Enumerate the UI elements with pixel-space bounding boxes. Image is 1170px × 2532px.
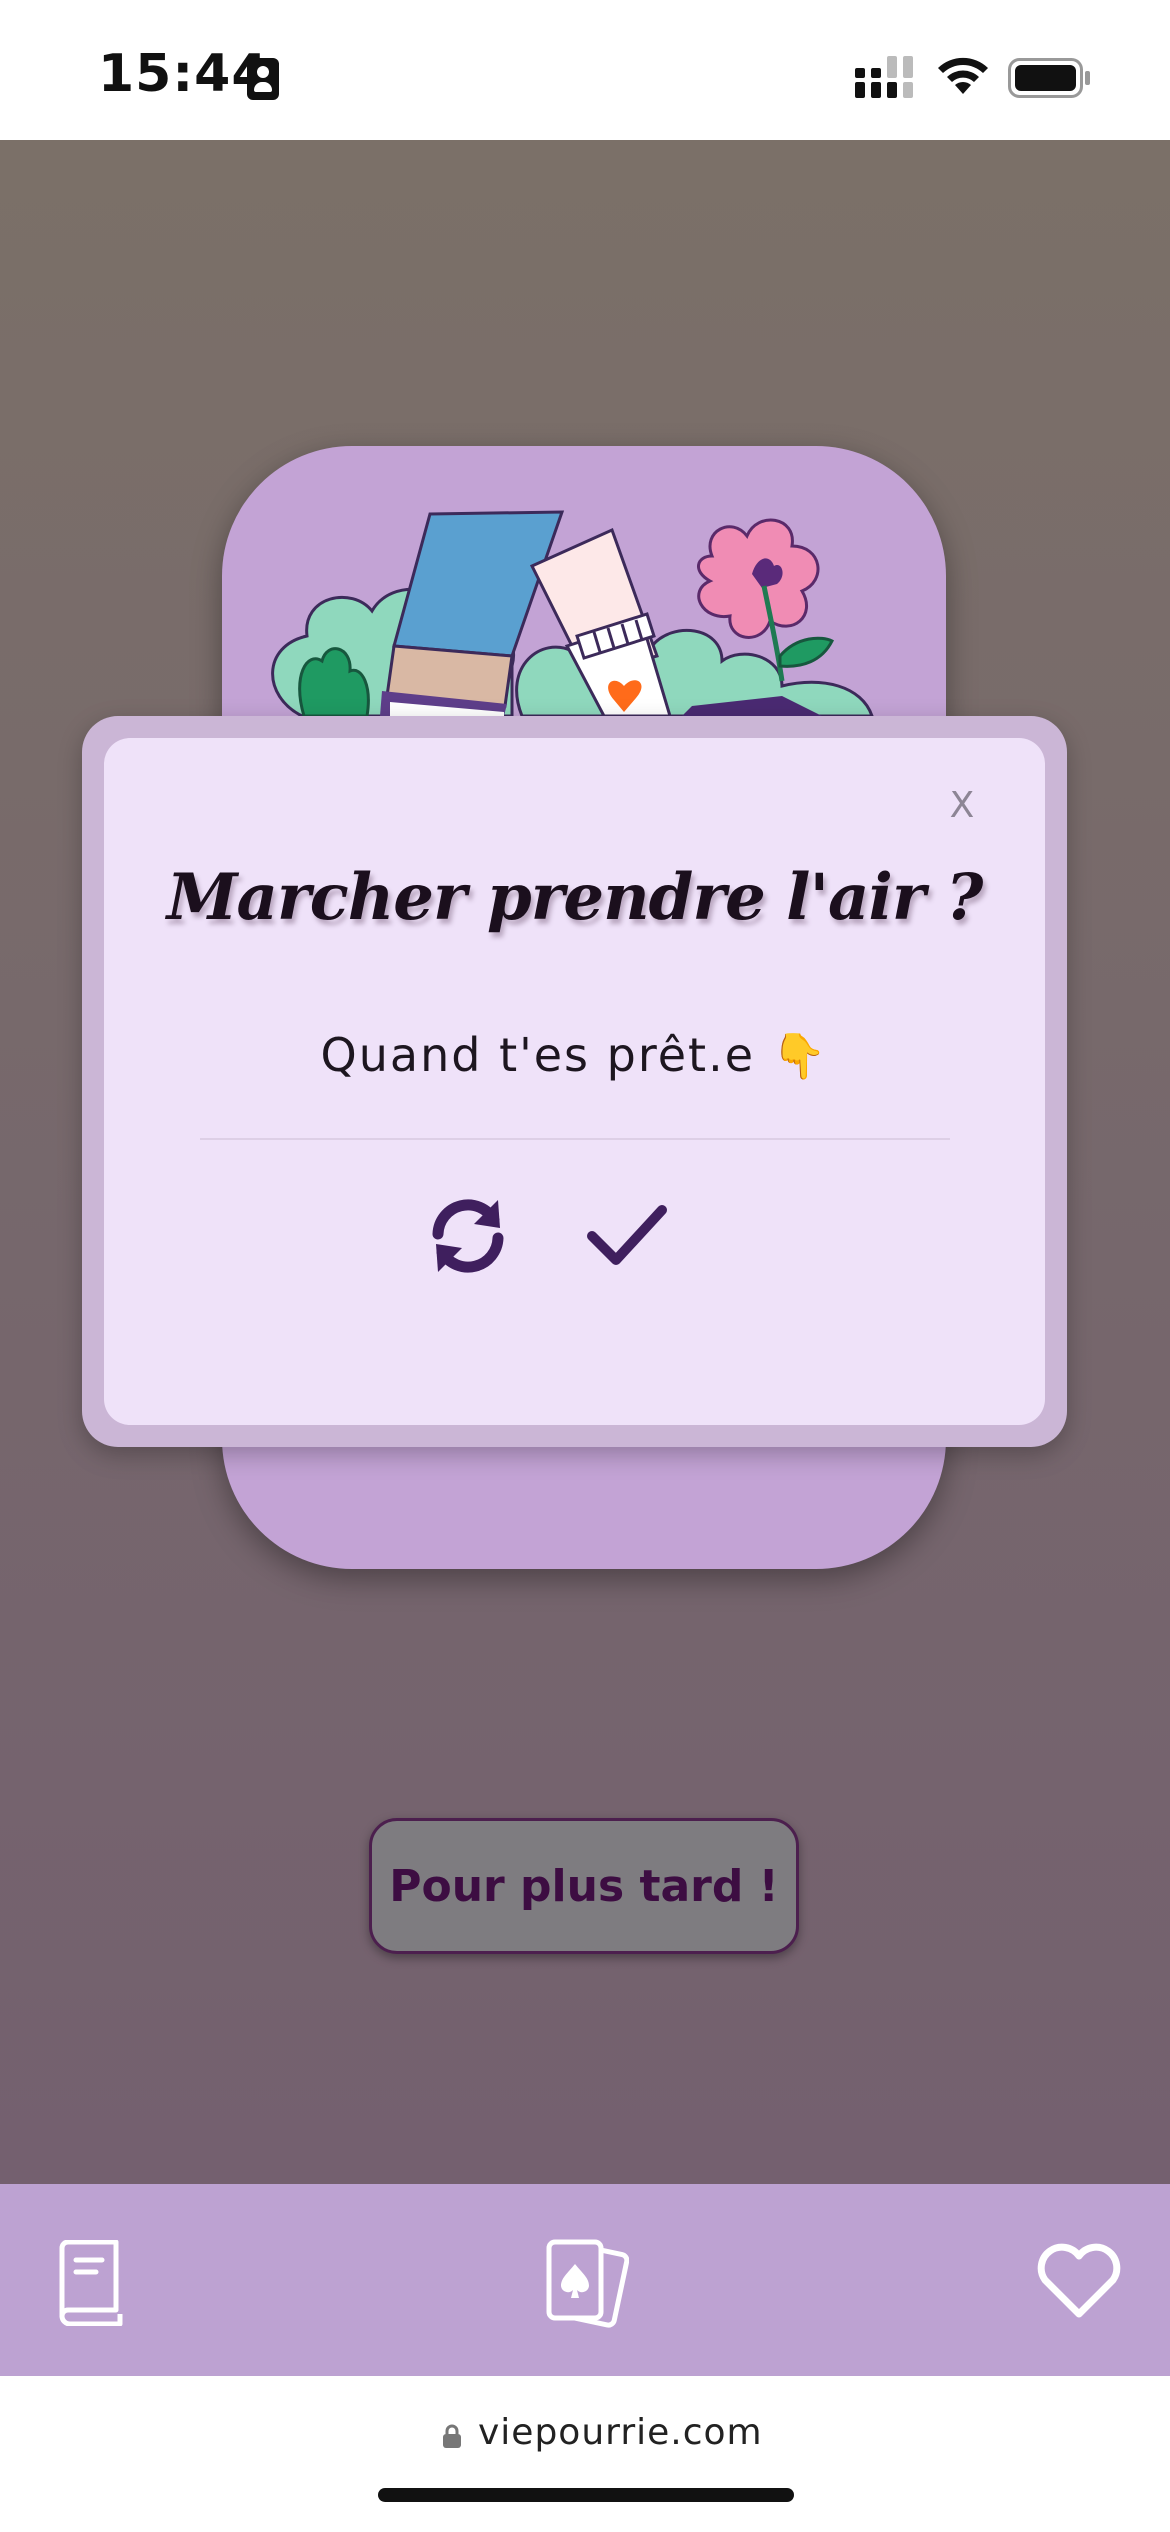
modal-title: Marcher prendre l'air ? bbox=[166, 860, 984, 935]
refresh-button[interactable] bbox=[424, 1192, 512, 1280]
cards-spade-icon[interactable] bbox=[543, 2238, 629, 2330]
wifi-icon bbox=[938, 57, 988, 94]
modal-subtitle: Quand t'es prêt.e 👇 bbox=[104, 1028, 1045, 1082]
battery-icon bbox=[1008, 58, 1090, 98]
browser-url-bar[interactable]: viepourrie.com bbox=[0, 2376, 1170, 2532]
lock-icon bbox=[443, 2424, 461, 2448]
confirm-check-button[interactable] bbox=[584, 1198, 670, 1274]
activity-modal: X Marcher prendre l'air ? Quand t'es prê… bbox=[104, 738, 1045, 1425]
save-for-later-button[interactable]: Pour plus tard ! bbox=[369, 1818, 799, 1954]
cellular-signal-icon bbox=[855, 56, 913, 98]
activity-illustration bbox=[271, 510, 874, 716]
status-time: 15:44 bbox=[98, 44, 269, 104]
status-bar: 15:44 bbox=[0, 0, 1170, 140]
heart-icon[interactable] bbox=[1036, 2240, 1122, 2320]
home-indicator[interactable] bbox=[378, 2488, 794, 2502]
modal-frame: X Marcher prendre l'air ? Quand t'es prê… bbox=[82, 716, 1067, 1447]
modal-divider bbox=[200, 1138, 950, 1140]
url-text: viepourrie.com bbox=[478, 2412, 763, 2453]
close-button[interactable]: X bbox=[942, 786, 982, 826]
modal-subtitle-text: Quand t'es prêt.e bbox=[320, 1028, 756, 1082]
bottom-nav bbox=[0, 2184, 1170, 2376]
pointing-down-emoji: 👇 bbox=[771, 1031, 829, 1082]
contact-card-icon bbox=[247, 58, 279, 100]
book-icon[interactable] bbox=[52, 2240, 126, 2326]
